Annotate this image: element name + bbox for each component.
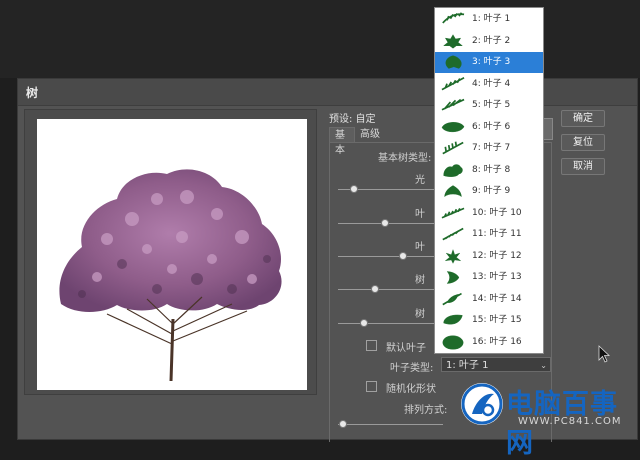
leaf-shape-icon bbox=[444, 185, 462, 198]
leaf-option-10[interactable]: 10: 叶子 10 bbox=[435, 203, 543, 224]
leaf-shape-icon bbox=[442, 227, 464, 241]
leaf-option-label: 10: 叶子 10 bbox=[472, 207, 522, 218]
tab-basic[interactable]: 基本 bbox=[329, 127, 355, 156]
tree-preview bbox=[37, 119, 307, 390]
leaf-option-label: 15: 叶子 15 bbox=[472, 315, 522, 325]
leaf-option-13[interactable]: 13: 叶子 13 bbox=[435, 267, 543, 288]
arrangement-label: 排列方式: bbox=[404, 405, 448, 416]
preset-label[interactable]: 预设: 自定 bbox=[329, 110, 376, 125]
mouse-cursor-icon bbox=[598, 345, 610, 363]
row6-label: 树 bbox=[415, 309, 425, 320]
watermark-url: WWW.PC841.COM bbox=[518, 416, 622, 427]
leaf-option-label: 9: 叶子 9 bbox=[472, 186, 511, 196]
row5-label: 树 bbox=[415, 275, 425, 286]
leaf-shape-icon bbox=[443, 33, 463, 49]
leaf-type-value: 1: 叶子 1 bbox=[446, 360, 489, 371]
leaf-shape-icon bbox=[446, 271, 460, 284]
leaf-option-label: 16: 叶子 16 bbox=[472, 336, 522, 347]
slider-knob-2[interactable] bbox=[381, 219, 390, 227]
leaf-option-label: 1: 叶子 1 bbox=[472, 14, 511, 24]
leaf-option-15[interactable]: 15: 叶子 15 bbox=[435, 310, 543, 331]
dropdown-scrollbar[interactable] bbox=[543, 118, 553, 140]
leaf-option-label: 12: 叶子 12 bbox=[472, 250, 522, 261]
leaf-option-3[interactable]: 3: 叶子 3 bbox=[435, 52, 543, 73]
leaf-shape-icon bbox=[445, 55, 462, 69]
leaf-option-2[interactable]: 2: 叶子 2 bbox=[435, 31, 543, 52]
leaf-option-label: 14: 叶子 14 bbox=[472, 293, 522, 304]
leaf-option-7[interactable]: 7: 叶子 7 bbox=[435, 138, 543, 159]
leaf-option-label: 2: 叶子 2 bbox=[472, 35, 511, 46]
slider-track-6[interactable] bbox=[338, 424, 443, 425]
default-leaf-label: 默认叶子 bbox=[386, 343, 426, 354]
leaf-shape-icon bbox=[442, 12, 465, 24]
leaf-shape-icon bbox=[444, 248, 462, 264]
slider-track-3[interactable] bbox=[338, 256, 443, 257]
slider-knob-4[interactable] bbox=[370, 285, 379, 293]
leaf-shape-icon bbox=[442, 334, 464, 350]
leaf-option-label: 8: 叶子 8 bbox=[472, 164, 511, 175]
leaf-shape-icon bbox=[443, 163, 463, 177]
tree-foliage bbox=[59, 169, 282, 312]
row3-label: 叶 bbox=[415, 209, 425, 220]
leaf-option-label: 6: 叶子 6 bbox=[472, 121, 511, 132]
leaf-option-16[interactable]: 16: 叶子 16 bbox=[435, 332, 543, 353]
slider-track-5[interactable] bbox=[338, 323, 443, 324]
dialog-title: 树 bbox=[26, 86, 39, 100]
leaf-option-label: 5: 叶子 5 bbox=[472, 100, 511, 110]
slider-knob-1[interactable] bbox=[349, 185, 358, 193]
slider-knob-5[interactable] bbox=[360, 319, 369, 327]
row2-label: 光 bbox=[415, 175, 425, 186]
cancel-button[interactable]: 取消 bbox=[561, 158, 605, 175]
leaf-shape-icon bbox=[443, 314, 463, 325]
slider-track-2[interactable] bbox=[338, 223, 443, 224]
leaf-type-dropdown[interactable]: 1: 叶子 1 2: 叶子 2 3: 叶子 3 4: 叶子 4 5: 叶子 5 6: 叶子… bbox=[434, 7, 544, 354]
leaf-type-label: 叶子类型: bbox=[390, 363, 434, 374]
tree-type-label: 基本树类型: bbox=[378, 153, 432, 164]
chevron-down-icon: ⌄ bbox=[540, 361, 547, 370]
leaf-shape-icon bbox=[441, 207, 465, 219]
leaf-option-label: 3: 叶子 3 bbox=[472, 57, 511, 67]
randomize-shape-label: 随机化形状 bbox=[386, 384, 436, 395]
leaf-shape-icon bbox=[442, 292, 462, 305]
leaf-option-label: 4: 叶子 4 bbox=[472, 78, 511, 89]
leaf-option-8[interactable]: 8: 叶子 8 bbox=[435, 160, 543, 181]
leaf-option-14[interactable]: 14: 叶子 14 bbox=[435, 289, 543, 310]
leaf-option-4[interactable]: 4: 叶子 4 bbox=[435, 74, 543, 95]
randomize-shape-checkbox[interactable] bbox=[366, 381, 377, 392]
tab-advanced[interactable]: 高级 bbox=[355, 127, 385, 142]
leaf-option-9[interactable]: 9: 叶子 9 bbox=[435, 181, 543, 202]
leaf-shape-icon bbox=[441, 121, 465, 132]
leaf-option-5[interactable]: 5: 叶子 5 bbox=[435, 95, 543, 116]
dialog-titlebar[interactable]: 树 bbox=[18, 79, 637, 106]
watermark: 电脑百事网 WWW.PC841.COM bbox=[458, 380, 638, 459]
slider-track-4[interactable] bbox=[338, 289, 443, 290]
leaf-option-11[interactable]: 11: 叶子 11 bbox=[435, 224, 543, 245]
slider-knob-6[interactable] bbox=[339, 420, 348, 428]
leaf-option-1[interactable]: 1: 叶子 1 bbox=[435, 9, 543, 30]
reset-button[interactable]: 复位 bbox=[561, 134, 605, 151]
ok-button[interactable]: 确定 bbox=[561, 110, 605, 127]
leaf-shape-icon bbox=[442, 141, 464, 155]
default-leaf-checkbox[interactable] bbox=[366, 340, 377, 351]
leaf-shape-icon bbox=[441, 76, 465, 90]
slider-knob-3[interactable] bbox=[399, 252, 408, 260]
leaf-option-label: 11: 叶子 11 bbox=[472, 229, 522, 239]
preview-frame bbox=[24, 109, 317, 395]
leaf-option-label: 7: 叶子 7 bbox=[472, 143, 511, 153]
leaf-option-12[interactable]: 12: 叶子 12 bbox=[435, 246, 543, 267]
tree-trunk bbox=[106, 296, 248, 382]
leaf-option-label: 13: 叶子 13 bbox=[472, 272, 522, 282]
leaf-shape-icon bbox=[441, 98, 465, 111]
leaf-type-select[interactable]: 1: 叶子 1 ⌄ bbox=[441, 357, 551, 372]
background-area bbox=[0, 0, 640, 78]
tree-illustration bbox=[59, 169, 282, 382]
row4-label: 叶 bbox=[415, 242, 425, 253]
leaf-option-6[interactable]: 6: 叶子 6 bbox=[435, 117, 543, 138]
brand-logo-icon bbox=[461, 383, 503, 425]
